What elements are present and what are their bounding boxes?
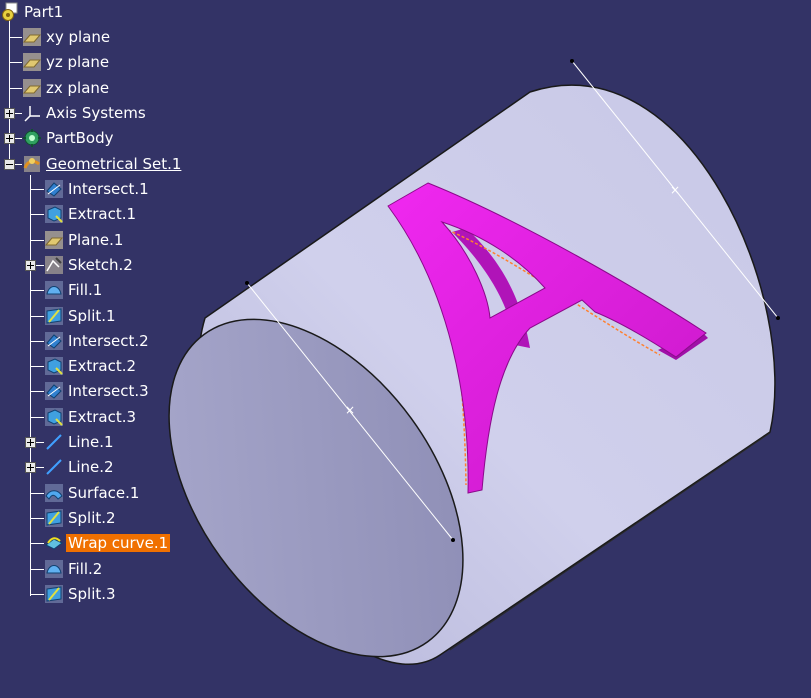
extract-icon [44,407,64,427]
wrap-curve-icon [44,533,64,553]
extract-icon [44,356,64,376]
tree-item-label: Fill.1 [68,281,103,299]
tree-item-plane-1[interactable]: Plane.1 [44,229,125,251]
tree-item-extract-1[interactable]: Extract.1 [44,203,138,225]
plane-icon [44,230,64,250]
tree-item-label: Intersect.2 [68,332,149,350]
expand-icon[interactable] [4,133,15,144]
tree-connector [30,290,44,291]
tree-item-xy-plane[interactable]: xy plane [22,26,112,48]
tree-item-label: Extract.1 [68,205,137,223]
tree-connector [30,240,44,241]
tree-item-label: Axis Systems [46,104,146,122]
tree-connector [30,569,44,570]
intersect-icon [44,381,64,401]
tree-item-label: yz plane [46,53,110,71]
tree-item-label: Geometrical Set.1 [46,155,182,173]
expand-icon[interactable] [25,462,36,473]
tree-item-label: zx plane [46,79,110,97]
tree-root[interactable]: Part1 [0,1,65,23]
tree-item-extract-2[interactable]: Extract.2 [44,355,138,377]
tree-connector [30,594,44,595]
plane-icon [22,52,42,72]
plane-icon [22,78,42,98]
expand-icon[interactable] [4,108,15,119]
tree-item-label: Split.2 [68,509,116,527]
sketch-icon [44,255,64,275]
tree-item-intersect-1[interactable]: Intersect.1 [44,178,151,200]
tree-connector [30,417,44,418]
line-icon [44,432,64,452]
tree-item-partbody[interactable]: PartBody [22,127,115,149]
axis-systems-icon [22,103,42,123]
surface-icon [44,483,64,503]
tree-item-label: PartBody [46,129,114,147]
tree-item-intersect-2[interactable]: Intersect.2 [44,330,151,352]
tree-item-fill-1[interactable]: Fill.1 [44,279,104,301]
tree-item-zx-plane[interactable]: zx plane [22,77,111,99]
intersect-icon [44,331,64,351]
tree-item-label: Surface.1 [68,484,140,502]
tree-connector [30,175,31,596]
tree-item-label: Split.3 [68,585,116,603]
specification-tree: Part1 xy plane yz plane zx plane Axis Syste… [0,0,811,698]
tree-item-label: Extract.3 [68,408,137,426]
tree-item-line-1[interactable]: Line.1 [44,431,116,453]
tree-item-wrap-curve-1[interactable]: Wrap curve.1 [44,532,171,554]
tree-item-surface-1[interactable]: Surface.1 [44,482,141,504]
part-icon [0,2,20,22]
tree-item-extract-3[interactable]: Extract.3 [44,406,138,428]
tree-connector [30,341,44,342]
tree-item-label: xy plane [46,28,111,46]
tree-item-split-3[interactable]: Split.3 [44,583,118,605]
fill-icon [44,280,64,300]
tree-root-label: Part1 [24,3,64,21]
geometrical-set-icon [22,154,42,174]
tree-item-axis-systems[interactable]: Axis Systems [22,102,148,124]
tree-connector [9,37,22,38]
tree-connector [30,316,44,317]
tree-item-label: Plane.1 [68,231,124,249]
tree-item-label: Wrap curve.1 [66,534,171,552]
tree-connector [30,518,44,519]
tree-item-label: Intersect.3 [68,382,149,400]
tree-connector [30,391,44,392]
tree-connector [30,214,44,215]
tree-connector [30,189,44,190]
tree-item-label: Intersect.1 [68,180,149,198]
split-icon [44,584,64,604]
gear-icon [22,128,42,148]
tree-item-label: Line.1 [68,433,114,451]
tree-item-geometrical-set-1[interactable]: Geometrical Set.1 [22,153,183,175]
tree-connector [30,366,44,367]
tree-item-sketch-2[interactable]: Sketch.2 [44,254,135,276]
fill-icon [44,559,64,579]
intersect-icon [44,179,64,199]
split-icon [44,306,64,326]
tree-connector [30,543,44,544]
tree-item-label: Sketch.2 [68,256,133,274]
tree-item-label: Line.2 [68,458,114,476]
tree-connector [30,493,44,494]
line-icon [44,457,64,477]
tree-item-fill-2[interactable]: Fill.2 [44,558,104,580]
tree-connector [9,88,22,89]
split-icon [44,508,64,528]
expand-icon[interactable] [25,437,36,448]
tree-item-split-2[interactable]: Split.2 [44,507,118,529]
tree-item-line-2[interactable]: Line.2 [44,456,116,478]
tree-item-yz-plane[interactable]: yz plane [22,51,111,73]
tree-item-label: Extract.2 [68,357,137,375]
tree-item-label: Split.1 [68,307,116,325]
tree-connector [9,62,22,63]
expand-icon[interactable] [25,260,36,271]
tree-item-label: Fill.2 [68,560,103,578]
plane-icon [22,27,42,47]
tree-item-split-1[interactable]: Split.1 [44,305,118,327]
tree-item-intersect-3[interactable]: Intersect.3 [44,380,151,402]
extract-icon [44,204,64,224]
collapse-icon[interactable] [4,159,15,170]
